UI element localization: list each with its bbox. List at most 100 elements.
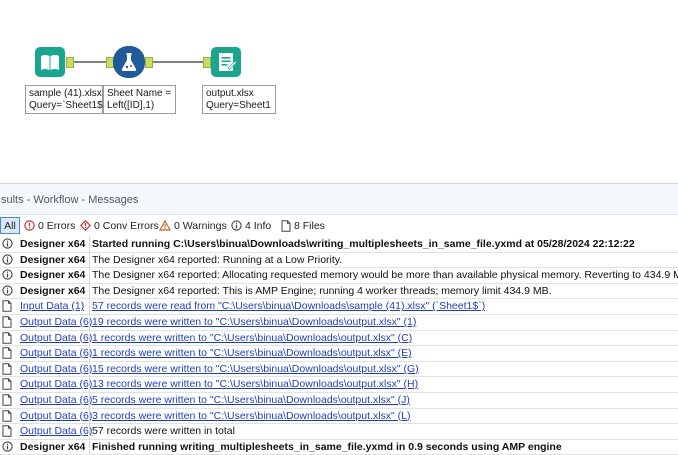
info-icon	[231, 220, 242, 231]
column-divider	[89, 251, 90, 268]
message-row[interactable]: Designer x64 The Designer x64 reported: T…	[0, 282, 678, 300]
message-tool-name[interactable]: Output Data (6)	[20, 378, 92, 390]
column-divider	[89, 236, 90, 252]
filter-files-label: 8 Files	[294, 219, 325, 232]
filter-errors-button[interactable]: 0 Errors	[24, 218, 75, 233]
message-tool-name[interactable]: Output Data (6)	[20, 316, 92, 328]
input-data-tool[interactable]	[35, 47, 65, 77]
message-text[interactable]: 3 records were written to "C:\Users\binu…	[92, 410, 411, 422]
file-icon	[2, 363, 12, 377]
message-row[interactable]: Output Data (6) 19 records were written t…	[0, 314, 678, 331]
message-text: 57 records were written in total	[92, 425, 235, 438]
filter-errors-label: 0 Errors	[38, 219, 76, 232]
message-row[interactable]: Output Data (6) 13 records were written t…	[0, 376, 678, 393]
message-text: The Designer x64 reported: Running at a …	[92, 253, 343, 266]
column-divider	[89, 345, 90, 361]
message-text[interactable]: 57 records were read from "C:\Users\binu…	[92, 300, 485, 312]
output-data-tool[interactable]	[211, 47, 241, 77]
message-row[interactable]: Designer x64 The Designer x64 reported: A…	[0, 267, 678, 284]
column-divider	[89, 282, 90, 299]
book-icon	[41, 55, 59, 70]
message-text[interactable]: 15 records were written to "C:\Users\bin…	[92, 363, 419, 375]
file-icon	[2, 425, 12, 439]
message-tool-name[interactable]: Input Data (1)	[20, 300, 90, 312]
workflow-canvas[interactable]: sample (41).xlsx Query=`Sheet1$` Sheet N…	[0, 0, 678, 183]
column-divider	[89, 329, 90, 346]
annotation-input-line1: sample (41).xlsx	[29, 88, 102, 99]
message-row[interactable]: Input Data (1) 57 records were read from …	[0, 298, 678, 315]
file-icon	[281, 219, 291, 232]
file-icon	[2, 300, 12, 314]
message-tool-name[interactable]: Output Data (6)	[20, 394, 92, 406]
message-filter-bar: All 0 Errors 0 Conv Errors 0 Warnings 4 …	[0, 216, 678, 234]
file-icon	[2, 394, 12, 408]
message-tool-name: Designer x64	[20, 440, 86, 453]
column-divider	[89, 376, 90, 393]
annotation-formula-line1: Sheet Name =	[107, 88, 172, 99]
filter-conv-errors-label: 0 Conv Errors	[94, 219, 159, 232]
message-row[interactable]: Output Data (6) 1 records were written to…	[0, 329, 678, 347]
file-icon	[2, 331, 12, 346]
column-divider	[89, 423, 90, 439]
message-tool-name[interactable]: Output Data (6)	[20, 410, 92, 422]
document-icon	[219, 53, 237, 71]
info-icon	[2, 253, 13, 268]
message-text[interactable]: 13 records were written to "C:\Users\bin…	[92, 378, 418, 390]
info-icon	[2, 238, 13, 252]
file-icon	[2, 409, 12, 424]
filter-conv-errors-button[interactable]: 0 Conv Errors	[80, 218, 159, 233]
annotation-input: sample (41).xlsx Query=`Sheet1$`	[25, 85, 106, 114]
warning-icon	[159, 220, 171, 231]
filter-all-label: All	[4, 219, 16, 232]
message-row[interactable]: Output Data (6) 57 records were written i…	[0, 423, 678, 440]
message-row[interactable]: Designer x64 Finished running writing_mul…	[0, 438, 678, 455]
message-tool-name: Designer x64	[20, 269, 86, 282]
message-text: Started running C:\Users\binua\Downloads…	[92, 238, 635, 250]
column-divider	[89, 298, 90, 315]
message-text[interactable]: 1 records were written to "C:\Users\binu…	[92, 332, 412, 344]
annotation-input-line2: Query=`Sheet1$`	[29, 100, 106, 111]
file-icon	[2, 347, 12, 361]
message-row[interactable]: Output Data (6) 15 records were written t…	[0, 360, 678, 378]
filter-info-button[interactable]: 4 Info	[231, 218, 271, 233]
annotation-formula: Sheet Name = Left([ID],1)	[103, 85, 176, 114]
message-row[interactable]: Designer x64 Started running C:\Users\bin…	[0, 236, 678, 253]
message-row[interactable]: Output Data (6) 1 records were written to…	[0, 345, 678, 362]
message-row[interactable]: Designer x64 The Designer x64 reported: R…	[0, 251, 678, 269]
message-tool-name[interactable]: Output Data (6)	[20, 425, 92, 437]
error-icon	[24, 220, 35, 231]
filter-all-button[interactable]: All	[0, 217, 20, 234]
annotation-output: output.xlsx Query=Sheet1	[202, 85, 276, 114]
message-tool-name[interactable]: Output Data (6)	[20, 332, 92, 344]
messages-title: sults - Workflow - Messages	[1, 194, 139, 206]
output-anchor-input[interactable]	[66, 57, 74, 68]
message-tool-name: Designer x64	[20, 284, 86, 297]
output-anchor-formula[interactable]	[145, 57, 153, 68]
message-text: The Designer x64 reported: Allocating re…	[92, 269, 678, 282]
message-tool-name: Designer x64	[20, 238, 86, 250]
flask-icon	[121, 53, 137, 71]
filter-files-button[interactable]: 8 Files	[281, 218, 325, 233]
filter-warnings-button[interactable]: 0 Warnings	[159, 218, 227, 233]
file-icon	[2, 378, 12, 392]
formula-tool[interactable]	[113, 46, 145, 78]
message-text[interactable]: 19 records were written to "C:\Users\bin…	[92, 316, 416, 328]
message-tool-name[interactable]: Output Data (6)	[20, 363, 92, 375]
filter-warnings-label: 0 Warnings	[174, 219, 227, 232]
message-row[interactable]: Output Data (6) 5 records were written to…	[0, 392, 678, 409]
annotation-formula-line2: Left([ID],1)	[107, 100, 155, 111]
message-text: Finished running writing_multiplesheets_…	[92, 440, 562, 453]
input-anchor-output[interactable]	[203, 57, 211, 68]
info-icon	[2, 269, 13, 283]
info-icon	[2, 285, 13, 299]
connector-formula-output	[145, 61, 210, 63]
messages-title-bar: sults - Workflow - Messages	[0, 184, 678, 215]
column-divider	[89, 267, 90, 283]
message-tool-name[interactable]: Output Data (6)	[20, 347, 92, 359]
column-divider	[89, 438, 90, 455]
message-text[interactable]: 1 records were written to "C:\Users\binu…	[92, 347, 412, 359]
message-text[interactable]: 5 records were written to "C:\Users\binu…	[92, 394, 410, 406]
column-divider	[89, 407, 90, 424]
messages-pane: sults - Workflow - Messages All 0 Errors…	[0, 183, 678, 455]
message-row[interactable]: Output Data (6) 3 records were written to…	[0, 407, 678, 425]
